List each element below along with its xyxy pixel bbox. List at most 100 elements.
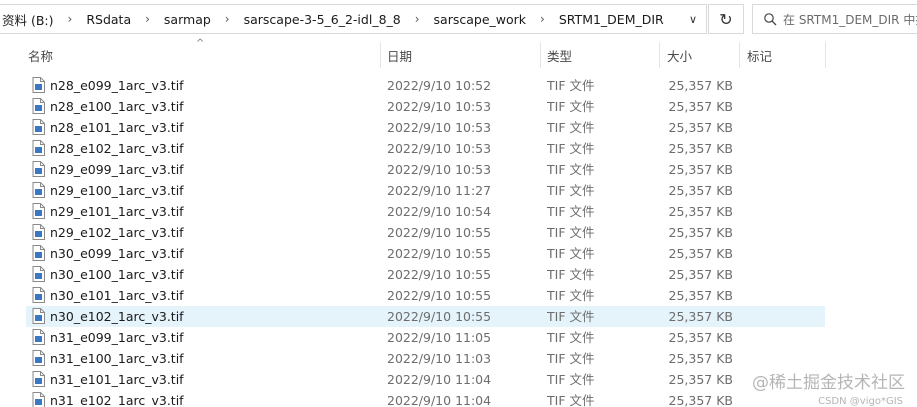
file-name: n29_e099_1arc_v3.tif <box>50 162 184 177</box>
file-type: TIF 文件 <box>547 267 595 282</box>
file-date: 2022/9/10 10:53 <box>387 99 492 114</box>
file-type: TIF 文件 <box>547 288 595 303</box>
refresh-button[interactable]: ↻ <box>708 4 744 34</box>
file-size: 25,357 KB <box>668 78 733 93</box>
watermark-text: @稀土掘金技术社区 <box>752 373 905 393</box>
tif-file-icon <box>32 392 45 407</box>
breadcrumb-sarscape-work[interactable]: sarscape_work <box>426 5 534 33</box>
file-row[interactable]: n28_e102_1arc_v3.tif 2022/9/10 10:53 TIF 文… <box>0 138 917 159</box>
file-date: 2022/9/10 10:55 <box>387 309 492 324</box>
search-input[interactable]: 在 SRTM1_DEM_DIR 中搜索 <box>752 4 917 34</box>
chevron-right-icon[interactable]: › <box>219 12 236 26</box>
file-date: 2022/9/10 10:54 <box>387 204 492 219</box>
file-row[interactable]: n30_e100_1arc_v3.tif 2022/9/10 10:55 TIF 文… <box>0 264 917 285</box>
breadcrumb-label: sarscape_work <box>433 11 527 27</box>
file-row[interactable]: n30_e099_1arc_v3.tif 2022/9/10 10:55 TIF 文… <box>0 243 917 264</box>
refresh-icon: ↻ <box>719 9 733 29</box>
file-row[interactable]: n30_e102_1arc_v3.tif 2022/9/10 10:55 TIF 文… <box>0 306 917 327</box>
file-type: TIF 文件 <box>547 330 595 345</box>
column-divider[interactable] <box>739 42 740 68</box>
file-explorer-window: 资料 (B:) › RSdata › sarmap › sarscape-3-5… <box>0 0 917 407</box>
file-row[interactable]: n30_e101_1arc_v3.tif 2022/9/10 10:55 TIF 文… <box>0 285 917 306</box>
address-dropdown-button[interactable]: ∨ <box>680 5 706 33</box>
file-size: 25,357 KB <box>668 225 733 240</box>
file-name: n30_e099_1arc_v3.tif <box>50 246 184 261</box>
file-date: 2022/9/10 10:55 <box>387 246 492 261</box>
tif-file-icon <box>32 203 45 219</box>
file-date: 2022/9/10 10:53 <box>387 141 492 156</box>
file-name: n30_e101_1arc_v3.tif <box>50 288 184 303</box>
file-type: TIF 文件 <box>547 141 595 156</box>
breadcrumb-rsdata[interactable]: RSdata <box>78 5 139 33</box>
file-row[interactable]: n29_e100_1arc_v3.tif 2022/9/10 11:27 TIF 文… <box>0 180 917 201</box>
column-divider[interactable] <box>659 42 660 68</box>
chevron-right-icon[interactable]: › <box>534 12 551 26</box>
breadcrumb-drive[interactable]: 资料 (B:) <box>0 5 62 33</box>
search-placeholder: 在 SRTM1_DEM_DIR 中搜索 <box>783 12 917 27</box>
file-date: 2022/9/10 11:04 <box>387 372 492 387</box>
chevron-right-icon[interactable]: › <box>139 12 156 26</box>
file-row[interactable]: n29_e102_1arc_v3.tif 2022/9/10 10:55 TIF 文… <box>0 222 917 243</box>
watermark-author: CSDN @vigo*GIS <box>818 396 903 407</box>
column-divider[interactable] <box>825 42 826 68</box>
column-header-type[interactable]: 类型 <box>547 48 572 66</box>
file-size: 25,357 KB <box>668 288 733 303</box>
file-date: 2022/9/10 11:27 <box>387 183 492 198</box>
file-name: n29_e101_1arc_v3.tif <box>50 204 184 219</box>
file-name: n29_e100_1arc_v3.tif <box>50 183 184 198</box>
file-row[interactable]: n28_e099_1arc_v3.tif 2022/9/10 10:52 TIF 文… <box>0 75 917 96</box>
file-name: n29_e102_1arc_v3.tif <box>50 225 184 240</box>
file-date: 2022/9/10 11:05 <box>387 330 492 345</box>
chevron-right-icon[interactable]: › <box>62 12 79 26</box>
file-type: TIF 文件 <box>547 99 595 114</box>
file-row[interactable]: n31_e100_1arc_v3.tif 2022/9/10 11:03 TIF 文… <box>0 348 917 369</box>
file-name: n31_e102_1arc_v3.tif <box>50 393 184 407</box>
file-size: 25,357 KB <box>668 372 733 387</box>
breadcrumb-sarscape-version[interactable]: sarscape-3-5_6_2-idl_8_8 <box>236 5 409 33</box>
column-header-name[interactable]: 名称 <box>28 48 53 66</box>
file-name: n31_e099_1arc_v3.tif <box>50 330 184 345</box>
file-date: 2022/9/10 10:55 <box>387 267 492 282</box>
address-bar[interactable]: 资料 (B:) › RSdata › sarmap › sarscape-3-5… <box>0 4 707 34</box>
file-row[interactable]: n29_e099_1arc_v3.tif 2022/9/10 10:53 TIF 文… <box>0 159 917 180</box>
column-header-size[interactable]: 大小 <box>667 48 692 66</box>
navigation-bar: 资料 (B:) › RSdata › sarmap › sarscape-3-5… <box>0 0 917 38</box>
breadcrumb-current-folder[interactable]: SRTM1_DEM_DIR <box>551 5 672 33</box>
file-size: 25,357 KB <box>668 246 733 261</box>
file-name: n30_e100_1arc_v3.tif <box>50 267 184 282</box>
tif-file-icon <box>32 140 45 156</box>
tif-file-icon <box>32 308 45 324</box>
file-type: TIF 文件 <box>547 162 595 177</box>
breadcrumb-label: SRTM1_DEM_DIR <box>558 11 664 27</box>
file-type: TIF 文件 <box>547 393 595 407</box>
breadcrumb-sarmap[interactable]: sarmap <box>156 5 219 33</box>
breadcrumb-label: sarscape-3-5_6_2-idl_8_8 <box>243 11 401 27</box>
file-size: 25,357 KB <box>668 393 733 407</box>
file-date: 2022/9/10 10:52 <box>387 78 492 93</box>
tif-file-icon <box>32 245 45 261</box>
file-date: 2022/9/10 10:55 <box>387 288 492 303</box>
file-name: n30_e102_1arc_v3.tif <box>50 309 184 324</box>
column-header-date[interactable]: 日期 <box>387 48 412 66</box>
file-type: TIF 文件 <box>547 183 595 198</box>
chevron-right-icon[interactable]: › <box>409 12 426 26</box>
column-divider[interactable] <box>380 42 381 68</box>
column-header-row: ^ 名称 日期 类型 大小 标记 <box>0 38 917 72</box>
chevron-down-icon: ∨ <box>688 12 698 26</box>
file-type: TIF 文件 <box>547 225 595 240</box>
file-row[interactable]: n29_e101_1arc_v3.tif 2022/9/10 10:54 TIF 文… <box>0 201 917 222</box>
file-name: n28_e099_1arc_v3.tif <box>50 78 184 93</box>
file-row[interactable]: n28_e100_1arc_v3.tif 2022/9/10 10:53 TIF 文… <box>0 96 917 117</box>
tif-file-icon <box>32 98 45 114</box>
file-type: TIF 文件 <box>547 246 595 261</box>
column-header-tags[interactable]: 标记 <box>747 48 772 66</box>
file-type: TIF 文件 <box>547 309 595 324</box>
file-date: 2022/9/10 11:04 <box>387 393 492 407</box>
file-row[interactable]: n28_e101_1arc_v3.tif 2022/9/10 10:53 TIF 文… <box>0 117 917 138</box>
column-divider[interactable] <box>540 42 541 68</box>
file-row[interactable]: n31_e099_1arc_v3.tif 2022/9/10 11:05 TIF 文… <box>0 327 917 348</box>
file-date: 2022/9/10 10:55 <box>387 225 492 240</box>
file-name: n28_e101_1arc_v3.tif <box>50 120 184 135</box>
file-name: n31_e100_1arc_v3.tif <box>50 351 184 366</box>
tif-file-icon <box>32 182 45 198</box>
